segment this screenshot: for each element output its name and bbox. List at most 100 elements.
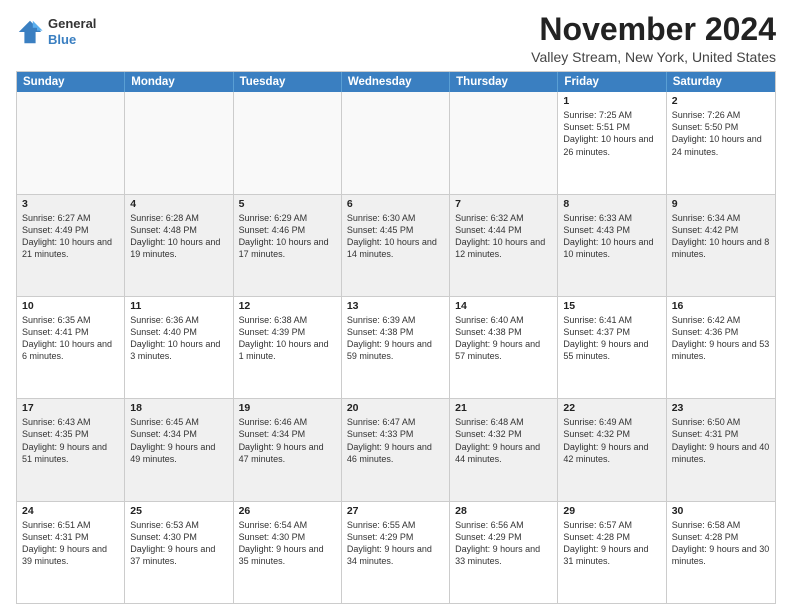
day-cell-10: 10 Sunrise: 6:35 AMSunset: 4:41 PMDayligh… bbox=[17, 297, 125, 398]
header-day-monday: Monday bbox=[125, 72, 233, 92]
day-info: Sunrise: 6:49 AMSunset: 4:32 PMDaylight:… bbox=[563, 416, 660, 465]
day-number: 28 bbox=[455, 505, 552, 517]
day-cell-14: 14 Sunrise: 6:40 AMSunset: 4:38 PMDayligh… bbox=[450, 297, 558, 398]
day-info: Sunrise: 6:58 AMSunset: 4:28 PMDaylight:… bbox=[672, 519, 770, 568]
calendar-body: 1 Sunrise: 7:25 AMSunset: 5:51 PMDaylight… bbox=[17, 92, 775, 603]
day-cell-22: 22 Sunrise: 6:49 AMSunset: 4:32 PMDayligh… bbox=[558, 399, 666, 500]
day-info: Sunrise: 6:40 AMSunset: 4:38 PMDaylight:… bbox=[455, 314, 552, 363]
day-info: Sunrise: 6:34 AMSunset: 4:42 PMDaylight:… bbox=[672, 212, 770, 261]
day-number: 19 bbox=[239, 402, 336, 414]
day-number: 11 bbox=[130, 300, 227, 312]
day-info: Sunrise: 6:28 AMSunset: 4:48 PMDaylight:… bbox=[130, 212, 227, 261]
day-info: Sunrise: 7:26 AMSunset: 5:50 PMDaylight:… bbox=[672, 109, 770, 158]
calendar: SundayMondayTuesdayWednesdayThursdayFrid… bbox=[16, 71, 776, 604]
day-info: Sunrise: 6:29 AMSunset: 4:46 PMDaylight:… bbox=[239, 212, 336, 261]
header: General Blue November 2024 Valley Stream… bbox=[16, 12, 776, 65]
day-number: 15 bbox=[563, 300, 660, 312]
empty-cell bbox=[450, 92, 558, 193]
day-number: 4 bbox=[130, 198, 227, 210]
day-cell-16: 16 Sunrise: 6:42 AMSunset: 4:36 PMDayligh… bbox=[667, 297, 775, 398]
day-info: Sunrise: 6:57 AMSunset: 4:28 PMDaylight:… bbox=[563, 519, 660, 568]
day-cell-7: 7Sunrise: 6:32 AMSunset: 4:44 PMDaylight… bbox=[450, 195, 558, 296]
day-info: Sunrise: 6:42 AMSunset: 4:36 PMDaylight:… bbox=[672, 314, 770, 363]
day-number: 7 bbox=[455, 198, 552, 210]
day-cell-4: 4 Sunrise: 6:28 AMSunset: 4:48 PMDaylight… bbox=[125, 195, 233, 296]
day-info: Sunrise: 6:41 AMSunset: 4:37 PMDaylight:… bbox=[563, 314, 660, 363]
day-number: 12 bbox=[239, 300, 336, 312]
day-info: Sunrise: 6:48 AMSunset: 4:32 PMDaylight:… bbox=[455, 416, 552, 465]
calendar-row-2: 3Sunrise: 6:27 AMSunset: 4:49 PMDaylight… bbox=[17, 195, 775, 297]
day-cell-15: 15 Sunrise: 6:41 AMSunset: 4:37 PMDayligh… bbox=[558, 297, 666, 398]
day-cell-30: 30 Sunrise: 6:58 AMSunset: 4:28 PMDayligh… bbox=[667, 502, 775, 603]
day-info: Sunrise: 7:25 AMSunset: 5:51 PMDaylight:… bbox=[563, 109, 660, 158]
day-cell-24: 24Sunrise: 6:51 AMSunset: 4:31 PMDayligh… bbox=[17, 502, 125, 603]
day-number: 26 bbox=[239, 505, 336, 517]
day-number: 8 bbox=[563, 198, 660, 210]
day-info: Sunrise: 6:54 AMSunset: 4:30 PMDaylight:… bbox=[239, 519, 336, 568]
day-cell-29: 29Sunrise: 6:57 AMSunset: 4:28 PMDayligh… bbox=[558, 502, 666, 603]
day-info: Sunrise: 6:56 AMSunset: 4:29 PMDaylight:… bbox=[455, 519, 552, 568]
day-cell-8: 8 Sunrise: 6:33 AMSunset: 4:43 PMDaylight… bbox=[558, 195, 666, 296]
subtitle: Valley Stream, New York, United States bbox=[531, 49, 776, 65]
calendar-row-4: 17 Sunrise: 6:43 AMSunset: 4:35 PMDayligh… bbox=[17, 399, 775, 501]
day-info: Sunrise: 6:35 AMSunset: 4:41 PMDaylight:… bbox=[22, 314, 119, 363]
page: General Blue November 2024 Valley Stream… bbox=[0, 0, 792, 612]
day-cell-5: 5 Sunrise: 6:29 AMSunset: 4:46 PMDaylight… bbox=[234, 195, 342, 296]
day-number: 6 bbox=[347, 198, 444, 210]
day-number: 18 bbox=[130, 402, 227, 414]
day-cell-6: 6 Sunrise: 6:30 AMSunset: 4:45 PMDaylight… bbox=[342, 195, 450, 296]
day-info: Sunrise: 6:39 AMSunset: 4:38 PMDaylight:… bbox=[347, 314, 444, 363]
day-number: 30 bbox=[672, 505, 770, 517]
day-cell-1: 1 Sunrise: 7:25 AMSunset: 5:51 PMDaylight… bbox=[558, 92, 666, 193]
day-cell-27: 27 Sunrise: 6:55 AMSunset: 4:29 PMDayligh… bbox=[342, 502, 450, 603]
day-info: Sunrise: 6:50 AMSunset: 4:31 PMDaylight:… bbox=[672, 416, 770, 465]
empty-cell bbox=[234, 92, 342, 193]
day-cell-18: 18 Sunrise: 6:45 AMSunset: 4:34 PMDayligh… bbox=[125, 399, 233, 500]
day-cell-20: 20Sunrise: 6:47 AMSunset: 4:33 PMDayligh… bbox=[342, 399, 450, 500]
empty-cell bbox=[125, 92, 233, 193]
day-cell-3: 3Sunrise: 6:27 AMSunset: 4:49 PMDaylight… bbox=[17, 195, 125, 296]
day-cell-28: 28 Sunrise: 6:56 AMSunset: 4:29 PMDayligh… bbox=[450, 502, 558, 603]
day-cell-23: 23Sunrise: 6:50 AMSunset: 4:31 PMDayligh… bbox=[667, 399, 775, 500]
header-day-saturday: Saturday bbox=[667, 72, 775, 92]
day-number: 14 bbox=[455, 300, 552, 312]
calendar-header: SundayMondayTuesdayWednesdayThursdayFrid… bbox=[17, 72, 775, 92]
day-number: 24 bbox=[22, 505, 119, 517]
day-cell-13: 13 Sunrise: 6:39 AMSunset: 4:38 PMDayligh… bbox=[342, 297, 450, 398]
day-cell-12: 12Sunrise: 6:38 AMSunset: 4:39 PMDayligh… bbox=[234, 297, 342, 398]
logo-general: General bbox=[48, 16, 96, 32]
header-day-wednesday: Wednesday bbox=[342, 72, 450, 92]
logo-blue: Blue bbox=[48, 32, 96, 48]
day-number: 9 bbox=[672, 198, 770, 210]
day-cell-11: 11Sunrise: 6:36 AMSunset: 4:40 PMDayligh… bbox=[125, 297, 233, 398]
day-number: 22 bbox=[563, 402, 660, 414]
day-number: 16 bbox=[672, 300, 770, 312]
day-number: 1 bbox=[563, 95, 660, 107]
day-info: Sunrise: 6:27 AMSunset: 4:49 PMDaylight:… bbox=[22, 212, 119, 261]
calendar-row-3: 10 Sunrise: 6:35 AMSunset: 4:41 PMDayligh… bbox=[17, 297, 775, 399]
logo: General Blue bbox=[16, 16, 96, 47]
day-cell-17: 17 Sunrise: 6:43 AMSunset: 4:35 PMDayligh… bbox=[17, 399, 125, 500]
logo-text: General Blue bbox=[48, 16, 96, 47]
calendar-row-5: 24Sunrise: 6:51 AMSunset: 4:31 PMDayligh… bbox=[17, 502, 775, 603]
day-number: 17 bbox=[22, 402, 119, 414]
day-number: 5 bbox=[239, 198, 336, 210]
day-cell-2: 2Sunrise: 7:26 AMSunset: 5:50 PMDaylight… bbox=[667, 92, 775, 193]
month-title: November 2024 bbox=[531, 12, 776, 47]
title-area: November 2024 Valley Stream, New York, U… bbox=[531, 12, 776, 65]
day-info: Sunrise: 6:30 AMSunset: 4:45 PMDaylight:… bbox=[347, 212, 444, 261]
day-info: Sunrise: 6:55 AMSunset: 4:29 PMDaylight:… bbox=[347, 519, 444, 568]
day-cell-21: 21 Sunrise: 6:48 AMSunset: 4:32 PMDayligh… bbox=[450, 399, 558, 500]
day-info: Sunrise: 6:46 AMSunset: 4:34 PMDaylight:… bbox=[239, 416, 336, 465]
header-day-thursday: Thursday bbox=[450, 72, 558, 92]
day-cell-25: 25Sunrise: 6:53 AMSunset: 4:30 PMDayligh… bbox=[125, 502, 233, 603]
day-info: Sunrise: 6:43 AMSunset: 4:35 PMDaylight:… bbox=[22, 416, 119, 465]
day-number: 21 bbox=[455, 402, 552, 414]
day-info: Sunrise: 6:45 AMSunset: 4:34 PMDaylight:… bbox=[130, 416, 227, 465]
day-cell-26: 26 Sunrise: 6:54 AMSunset: 4:30 PMDayligh… bbox=[234, 502, 342, 603]
day-info: Sunrise: 6:47 AMSunset: 4:33 PMDaylight:… bbox=[347, 416, 444, 465]
day-number: 13 bbox=[347, 300, 444, 312]
day-number: 10 bbox=[22, 300, 119, 312]
day-info: Sunrise: 6:33 AMSunset: 4:43 PMDaylight:… bbox=[563, 212, 660, 261]
day-number: 27 bbox=[347, 505, 444, 517]
